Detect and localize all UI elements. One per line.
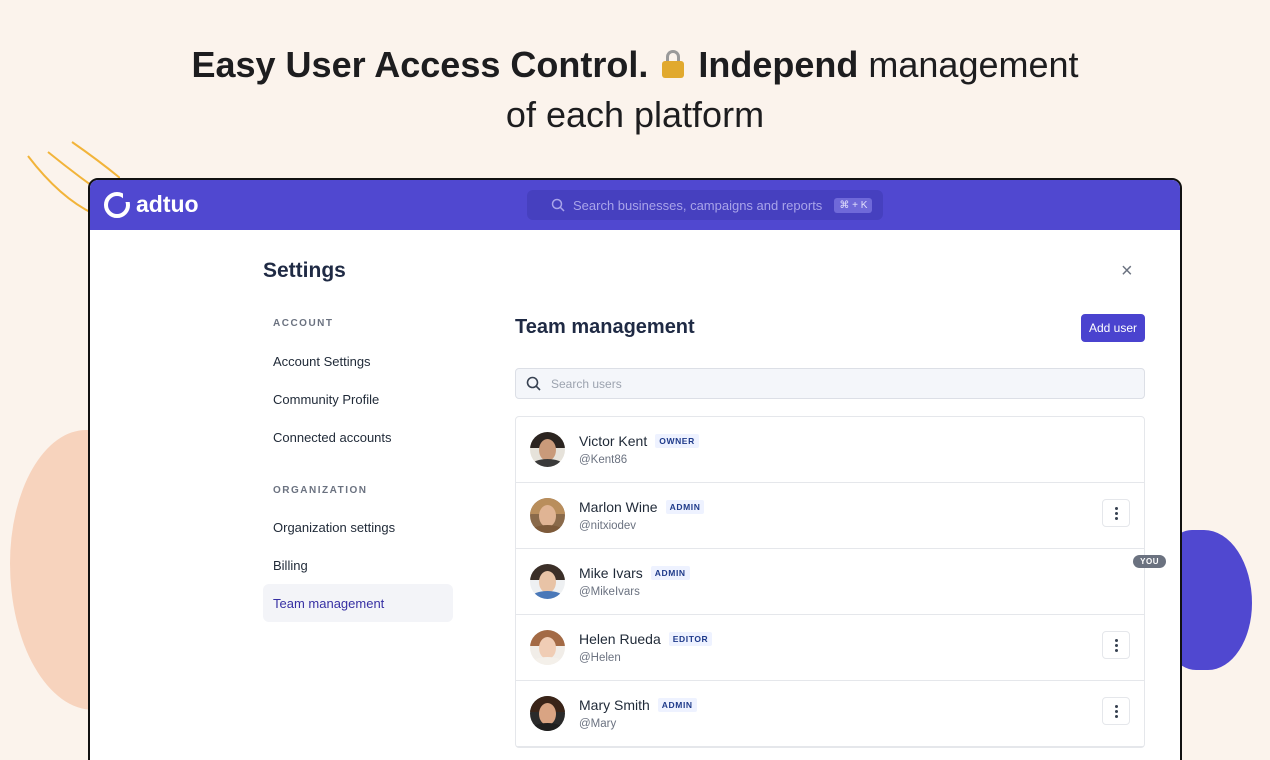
user-row[interactable]: Victor Kent OWNER @Kent86 xyxy=(516,417,1144,483)
user-row[interactable]: Marlon Wine ADMIN @nitxiodev xyxy=(516,483,1144,549)
avatar xyxy=(530,630,565,665)
headline-part2: Independ xyxy=(698,44,859,85)
user-name: Mary Smith xyxy=(579,697,650,713)
user-list: Victor Kent OWNER @Kent86 Marlon Wine AD… xyxy=(515,416,1166,748)
lock-icon xyxy=(658,49,688,79)
role-badge: ADMIN xyxy=(665,500,705,514)
search-icon xyxy=(526,376,541,391)
more-options-icon[interactable] xyxy=(1102,499,1130,527)
you-badge: YOU xyxy=(1133,555,1166,568)
top-bar: adtuo Search businesses, campaigns and r… xyxy=(90,180,1180,230)
search-users-input[interactable]: Search users xyxy=(515,368,1145,399)
user-name: Helen Rueda xyxy=(579,631,661,647)
role-badge: ADMIN xyxy=(650,566,690,580)
more-options-icon[interactable] xyxy=(1102,697,1130,725)
sidebar-item-team-management[interactable]: Team management xyxy=(263,584,453,622)
sidebar-item-community-profile[interactable]: Community Profile xyxy=(263,380,453,418)
user-name: Mike Ivars xyxy=(579,565,643,581)
sidebar-item-connected-accounts[interactable]: Connected accounts xyxy=(263,418,453,456)
global-search-placeholder: Search businesses, campaigns and reports xyxy=(573,197,823,213)
user-handle: @MikeIvars xyxy=(579,586,640,598)
avatar xyxy=(530,696,565,731)
global-search[interactable]: Search businesses, campaigns and reports… xyxy=(527,190,883,220)
more-options-icon[interactable] xyxy=(1102,631,1130,659)
sidebar-item-account-settings[interactable]: Account Settings xyxy=(263,342,453,380)
logo-icon xyxy=(104,191,131,218)
role-badge: OWNER xyxy=(655,434,699,448)
user-name: Victor Kent xyxy=(579,433,648,449)
user-handle: @Helen xyxy=(579,652,621,664)
logo-text: adtuo xyxy=(136,191,199,217)
user-handle: @Kent86 xyxy=(579,454,628,466)
user-handle: @nitxiodev xyxy=(579,520,637,532)
nav-section-account: ACCOUNT xyxy=(273,318,334,329)
avatar xyxy=(530,432,565,467)
role-badge: ADMIN xyxy=(657,698,697,712)
user-handle: @Mary xyxy=(579,718,617,730)
user-row[interactable]: Mike Ivars ADMIN @MikeIvars YOU xyxy=(516,549,1166,615)
logo[interactable]: adtuo xyxy=(104,191,199,218)
headline-line2: of each platform xyxy=(505,94,765,135)
search-users-placeholder: Search users xyxy=(551,376,622,391)
sidebar-item-billing[interactable]: Billing xyxy=(263,546,453,584)
app-window: adtuo Search businesses, campaigns and r… xyxy=(88,178,1182,760)
keyboard-shortcut-badge: ⌘ + K xyxy=(834,197,873,213)
headline: Easy User Access Control. Independ manag… xyxy=(0,40,1270,140)
user-row[interactable]: Helen Rueda EDITOR @Helen xyxy=(516,615,1144,681)
user-name: Marlon Wine xyxy=(579,499,658,515)
avatar xyxy=(530,498,565,533)
add-user-button[interactable]: Add user xyxy=(1081,314,1145,342)
search-icon xyxy=(551,198,565,212)
close-icon[interactable]: × xyxy=(1121,260,1133,283)
section-title: Team management xyxy=(515,316,695,338)
sidebar-item-organization-settings[interactable]: Organization settings xyxy=(263,508,453,546)
nav-section-organization: ORGANIZATION xyxy=(273,485,368,496)
headline-part1: Easy User Access Control. xyxy=(191,44,649,85)
headline-part3: management xyxy=(868,44,1079,85)
user-row[interactable]: Mary Smith ADMIN @Mary xyxy=(516,681,1144,747)
avatar xyxy=(530,564,565,599)
role-badge: EDITOR xyxy=(668,632,713,646)
page-title: Settings xyxy=(263,259,346,282)
